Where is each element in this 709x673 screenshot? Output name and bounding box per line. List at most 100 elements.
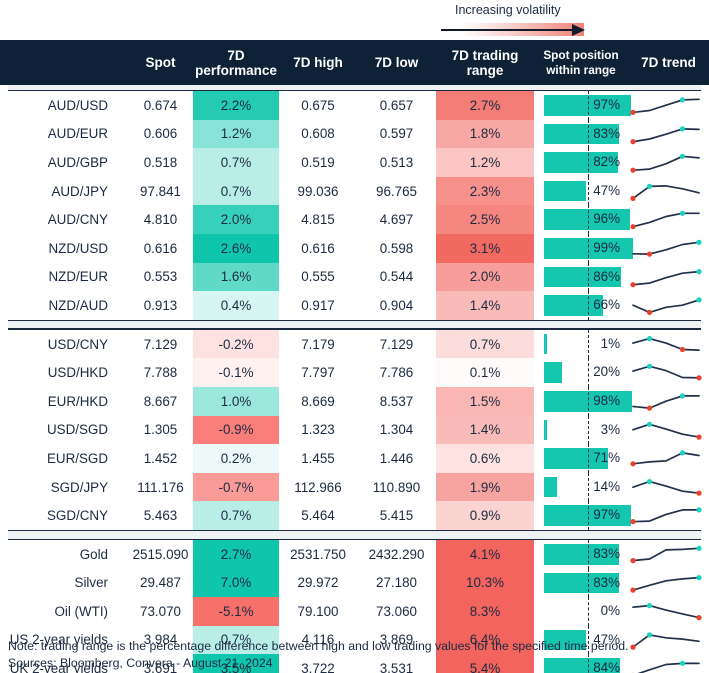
range-midpoint-line (588, 358, 589, 387)
range-midpoint-line (588, 444, 589, 473)
market-data-table: Spot 7D performance 7D high 7D low 7D tr… (0, 40, 709, 673)
table-row: USD/SGD 1.305 -0.9% 1.323 1.304 1.4% 3% (0, 415, 709, 445)
spot-position-label: 71% (593, 450, 620, 466)
row-performance: 1.0% (193, 386, 279, 416)
table-row: AUD/JPY 97.841 0.7% 99.036 96.765 2.3% 47% (0, 176, 709, 206)
row-trading-range: 2.0% (436, 262, 534, 292)
range-midpoint-line (588, 501, 589, 530)
range-midpoint-line (588, 262, 589, 292)
row-high: 29.972 (297, 575, 339, 591)
row-high: 0.555 (301, 269, 335, 285)
row-low: 1.304 (379, 422, 414, 438)
row-high: 5.464 (301, 508, 335, 524)
volatility-axis-line (441, 29, 575, 31)
row-spot: 97.841 (140, 183, 181, 199)
row-performance: 2.0% (193, 205, 279, 234)
row-performance: 1.6% (193, 262, 279, 292)
row-high: 7.797 (301, 365, 335, 381)
row-high: 0.608 (301, 126, 335, 142)
row-trend (628, 120, 709, 149)
column-header-high: 7D high (293, 55, 343, 70)
row-trend (628, 177, 709, 206)
row-performance: 0.7% (193, 148, 279, 177)
row-high: 0.917 (301, 297, 335, 313)
row-instrument-name: SGD/JPY (50, 479, 108, 495)
trend-sparkline (628, 177, 709, 206)
table-row: USD/CNY 7.129 -0.2% 7.179 7.129 0.7% 1% (0, 329, 709, 359)
trend-sparkline (628, 540, 709, 569)
range-midpoint-line (588, 176, 589, 206)
table-row: NZD/AUD 0.913 0.4% 0.917 0.904 1.4% 66% (0, 291, 709, 320)
range-midpoint-line (588, 291, 589, 320)
row-spot: 111.176 (137, 479, 184, 495)
row-spot-position: 96% (534, 205, 631, 234)
row-low: 8.537 (379, 393, 414, 409)
row-low: 0.598 (379, 240, 414, 256)
spot-position-label: 82% (593, 154, 620, 170)
row-instrument-name: AUD/GBP (47, 154, 108, 170)
row-trading-range: 1.4% (436, 415, 534, 445)
table-row: EUR/SGD 1.452 0.2% 1.455 1.446 0.6% 71% (0, 444, 709, 473)
row-trend (628, 597, 709, 626)
column-header-trend: 7D trend (641, 55, 696, 70)
footer-notes: Note: trading range is the percentage di… (8, 638, 708, 672)
row-spot: 1.452 (143, 450, 178, 466)
range-midpoint-line (588, 148, 589, 177)
row-trend (628, 387, 709, 416)
fx-performance-table-page: Increasing volatility Spot 7D performanc… (0, 0, 709, 673)
spot-position-label: 86% (593, 268, 620, 284)
row-spot-position: 86% (534, 262, 628, 292)
row-low: 1.446 (379, 450, 414, 466)
row-instrument-name: EUR/HKD (47, 393, 108, 409)
range-midpoint-line (588, 539, 589, 569)
trend-sparkline (628, 205, 709, 234)
spot-position-label: 96% (593, 211, 620, 227)
row-instrument-name: USD/SGD (46, 422, 108, 438)
row-spot-position: 47% (534, 176, 628, 206)
range-midpoint-line (588, 329, 589, 359)
row-instrument-name: AUD/JPY (51, 183, 108, 199)
spot-position-bar (544, 180, 587, 202)
row-trend (628, 358, 709, 387)
row-trading-range: 2.3% (436, 176, 534, 206)
row-instrument-name: SGD/CNY (46, 508, 108, 524)
spot-position-label: 99% (593, 239, 620, 255)
row-trend (628, 205, 709, 234)
row-high: 7.179 (301, 336, 335, 352)
row-low: 0.657 (379, 97, 414, 113)
row-spot-position: 3% (534, 415, 628, 445)
row-trading-range: 1.5% (436, 386, 534, 416)
row-spot: 0.518 (143, 154, 178, 170)
row-spot: 0.616 (143, 240, 178, 256)
row-instrument-name: USD/CNY (47, 336, 108, 352)
row-spot-position: 82% (534, 148, 628, 177)
row-spot-position: 97% (534, 91, 632, 120)
table-header-row: Spot 7D performance 7D high 7D low 7D tr… (0, 40, 709, 85)
row-trend (628, 330, 709, 359)
row-instrument-name: USD/HKD (47, 365, 108, 381)
table-row: Gold 2515.090 2.7% 2531.750 2432.290 4.1% 83% (0, 539, 709, 569)
spot-position-label: 98% (593, 392, 620, 408)
trend-sparkline (628, 444, 709, 473)
row-spot: 7.788 (143, 365, 178, 381)
row-performance: -5.1% (193, 597, 279, 626)
row-spot: 8.667 (143, 393, 178, 409)
section-divider (0, 319, 709, 330)
row-trading-range: 4.1% (436, 539, 534, 569)
row-instrument-name: AUD/CNY (47, 212, 108, 228)
row-instrument-name: NZD/AUD (48, 297, 108, 313)
table-row: SGD/CNY 5.463 0.7% 5.464 5.415 0.9% 97% (0, 501, 709, 530)
row-trend (628, 444, 709, 473)
volatility-legend-bar (441, 21, 631, 37)
row-instrument-name: AUD/EUR (47, 126, 108, 142)
spot-position-label: 0% (600, 603, 620, 619)
table-row: NZD/USD 0.616 2.6% 0.616 0.598 3.1% 99% (0, 233, 709, 263)
volatility-legend: Increasing volatility (441, 2, 631, 40)
trend-sparkline (628, 473, 709, 502)
row-low: 110.890 (372, 479, 421, 495)
trend-sparkline (628, 263, 709, 292)
row-trading-range: 0.7% (436, 329, 534, 359)
trend-sparkline (628, 234, 709, 263)
row-trading-range: 8.3% (436, 597, 534, 626)
row-performance: 2.2% (193, 91, 279, 120)
